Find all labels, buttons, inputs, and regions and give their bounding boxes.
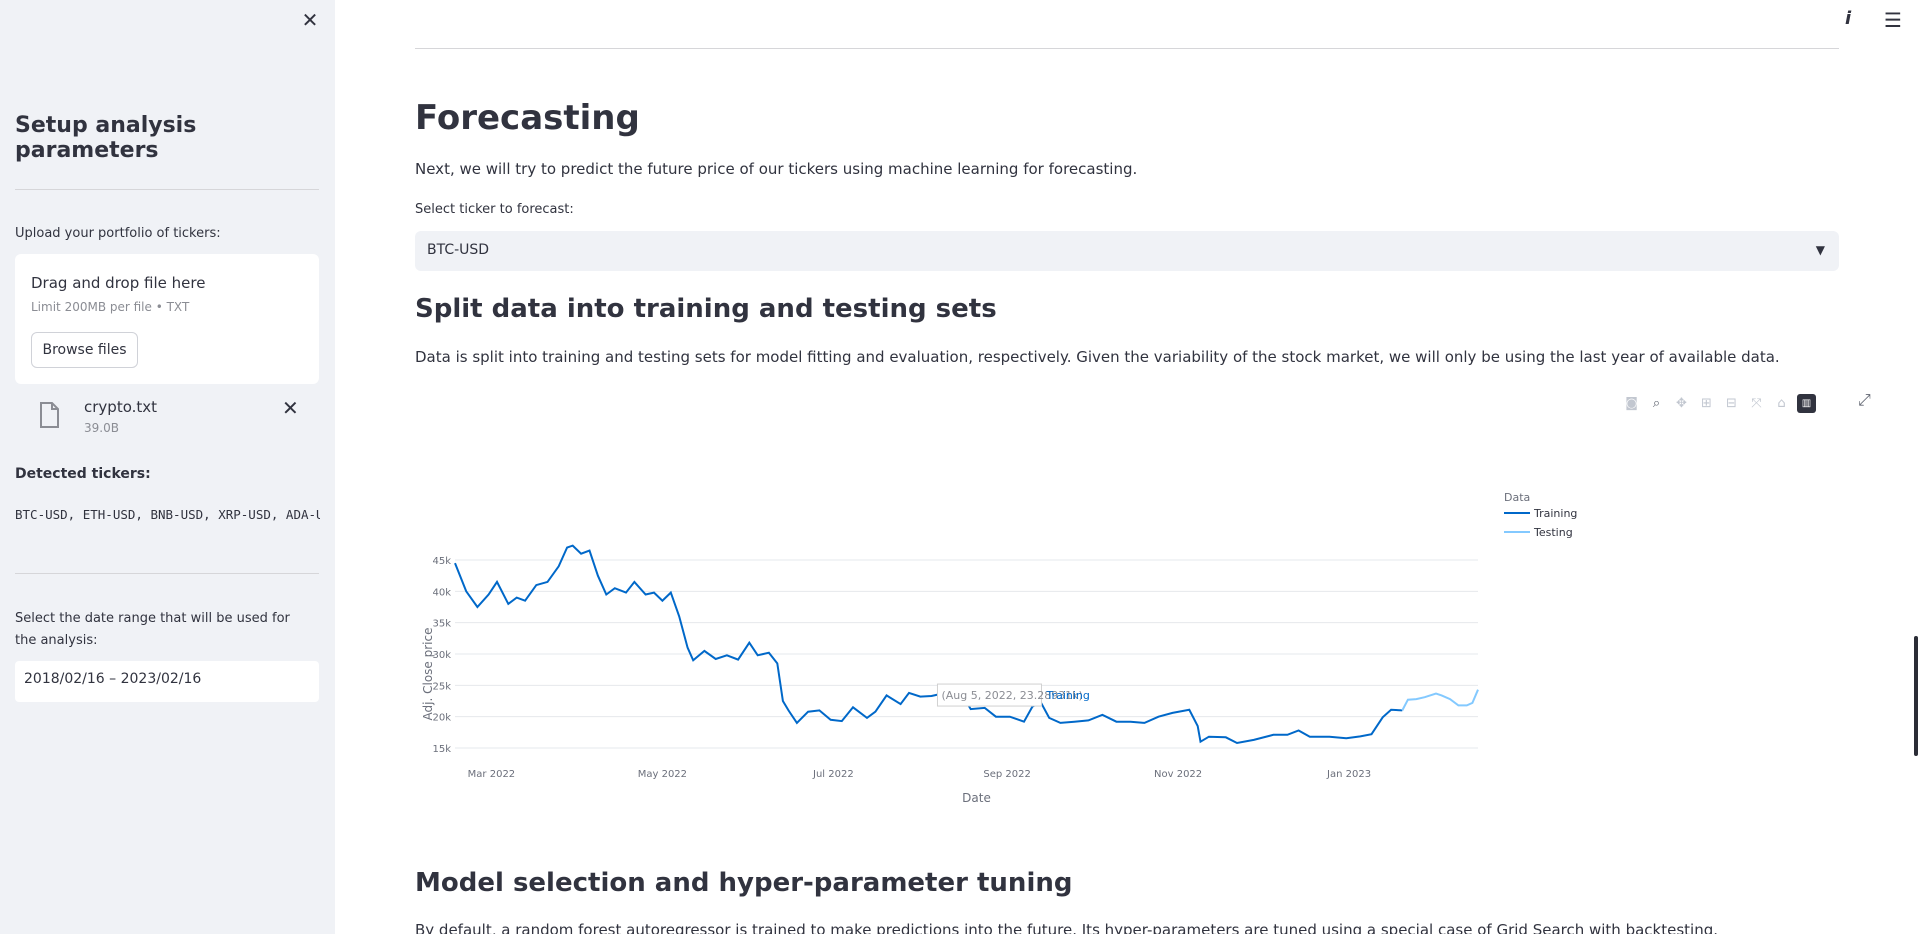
split-heading: Split data into training and testing set… bbox=[415, 294, 997, 324]
detected-tickers-label: Detected tickers: bbox=[15, 466, 151, 482]
y-axis-label: Adj. Close price bbox=[421, 628, 435, 721]
series-line-testing bbox=[1401, 689, 1479, 711]
split-text: Data is split into training and testing … bbox=[415, 348, 1780, 366]
x-tick-label: Jan 2023 bbox=[1326, 769, 1371, 780]
x-tick-label: May 2022 bbox=[638, 769, 687, 780]
x-tick-label: Jul 2022 bbox=[812, 769, 854, 780]
chart-legend: Data Training Testing bbox=[1504, 491, 1577, 539]
chart-modebar: ◙ ⌕ ✥ ⊞ ⊟ ⤧ ⌂ ▥ bbox=[1622, 394, 1816, 416]
y-tick-label: 15k bbox=[432, 744, 451, 755]
browse-files-button[interactable]: Browse files bbox=[31, 332, 138, 368]
zoom-icon[interactable]: ⌕ bbox=[1647, 394, 1666, 413]
y-tick-label: 35k bbox=[432, 619, 451, 630]
ticker-select-value: BTC-USD bbox=[427, 242, 490, 258]
forecast-heading: Forecasting bbox=[415, 98, 640, 138]
legend-item-testing[interactable]: Testing bbox=[1533, 526, 1573, 539]
forecast-text: Next, we will try to predict the future … bbox=[415, 160, 1138, 178]
sidebar-title: Setup analysis parameters bbox=[15, 113, 197, 163]
autoscale-icon[interactable]: ⤧ bbox=[1747, 394, 1766, 413]
uploader-limit: Limit 200MB per file • TXT bbox=[31, 300, 190, 314]
tooltip-series: Training bbox=[1045, 689, 1089, 702]
info-icon[interactable]: i bbox=[1845, 8, 1851, 29]
sidebar: ✕ Setup analysis parameters Upload your … bbox=[0, 0, 335, 934]
y-tick-label: 45k bbox=[432, 556, 451, 567]
y-tick-label: 40k bbox=[432, 587, 451, 598]
x-axis-ticks: Mar 2022 May 2022 Jul 2022 Sep 2022 Nov 2022… bbox=[468, 769, 1371, 780]
uploaded-file: crypto.txt 39.0B ✕ bbox=[15, 394, 319, 440]
divider bbox=[15, 573, 319, 574]
uploader-title: Drag and drop file here bbox=[31, 274, 206, 292]
y-axis-ticks: 15k 20k 25k 30k 35k 40k 45k bbox=[432, 556, 451, 755]
chart-tooltip: (Aug 5, 2022, 23.28931k) Training bbox=[936, 683, 1090, 707]
detected-tickers-code: BTC-USD, ETH-USD, BNB-USD, XRP-USD, ADA-… bbox=[15, 507, 320, 522]
model-text: By default, a random forest autoregresso… bbox=[415, 921, 1719, 934]
camera-icon[interactable]: ◙ bbox=[1622, 394, 1641, 413]
date-range-label: Select the date range that will be used … bbox=[15, 611, 290, 648]
divider bbox=[415, 48, 1839, 49]
legend-title: Data bbox=[1504, 491, 1530, 504]
ticker-select-label: Select ticker to forecast: bbox=[415, 202, 574, 217]
zoom-in-icon[interactable]: ⊞ bbox=[1697, 394, 1716, 413]
close-icon[interactable]: ✕ bbox=[298, 8, 322, 32]
price-chart[interactable]: 15k 20k 25k 30k 35k 40k 45k Mar 2022 May 2022 Ju… bbox=[415, 480, 1839, 820]
divider bbox=[15, 189, 319, 190]
home-icon[interactable]: ⌂ bbox=[1772, 394, 1791, 413]
pan-icon[interactable]: ✥ bbox=[1672, 394, 1691, 413]
upload-label: Upload your portfolio of tickers: bbox=[15, 226, 221, 241]
x-tick-label: Nov 2022 bbox=[1154, 769, 1202, 780]
model-heading: Model selection and hyper-parameter tuni… bbox=[415, 868, 1073, 898]
y-tick-label: 30k bbox=[432, 650, 451, 661]
expand-icon[interactable]: ⤢ bbox=[1858, 390, 1871, 410]
remove-file-icon[interactable]: ✕ bbox=[282, 396, 299, 420]
date-range-input[interactable]: 2018/02/16 – 2023/02/16 bbox=[15, 661, 319, 702]
file-icon bbox=[40, 402, 59, 428]
x-tick-label: Mar 2022 bbox=[468, 769, 516, 780]
ticker-select[interactable]: BTC-USD ▼ bbox=[415, 231, 1839, 271]
file-uploader[interactable]: Drag and drop file here Limit 200MB per … bbox=[15, 254, 319, 384]
x-axis-label: Date bbox=[962, 791, 991, 805]
plotly-logo-icon[interactable]: ▥ bbox=[1797, 394, 1816, 413]
series-line-training bbox=[454, 544, 1403, 745]
y-tick-label: 25k bbox=[432, 681, 451, 692]
chart-grid bbox=[455, 559, 1478, 749]
menu-icon[interactable]: ☰ bbox=[1884, 8, 1902, 32]
zoom-out-icon[interactable]: ⊟ bbox=[1722, 394, 1741, 413]
chevron-down-icon: ▼ bbox=[1815, 243, 1825, 257]
file-name: crypto.txt bbox=[84, 398, 158, 416]
y-tick-label: 20k bbox=[432, 713, 451, 724]
legend-item-training[interactable]: Training bbox=[1533, 507, 1577, 520]
file-size: 39.0B bbox=[84, 421, 119, 435]
scrollbar-thumb[interactable] bbox=[1914, 636, 1918, 756]
x-tick-label: Sep 2022 bbox=[983, 769, 1030, 780]
